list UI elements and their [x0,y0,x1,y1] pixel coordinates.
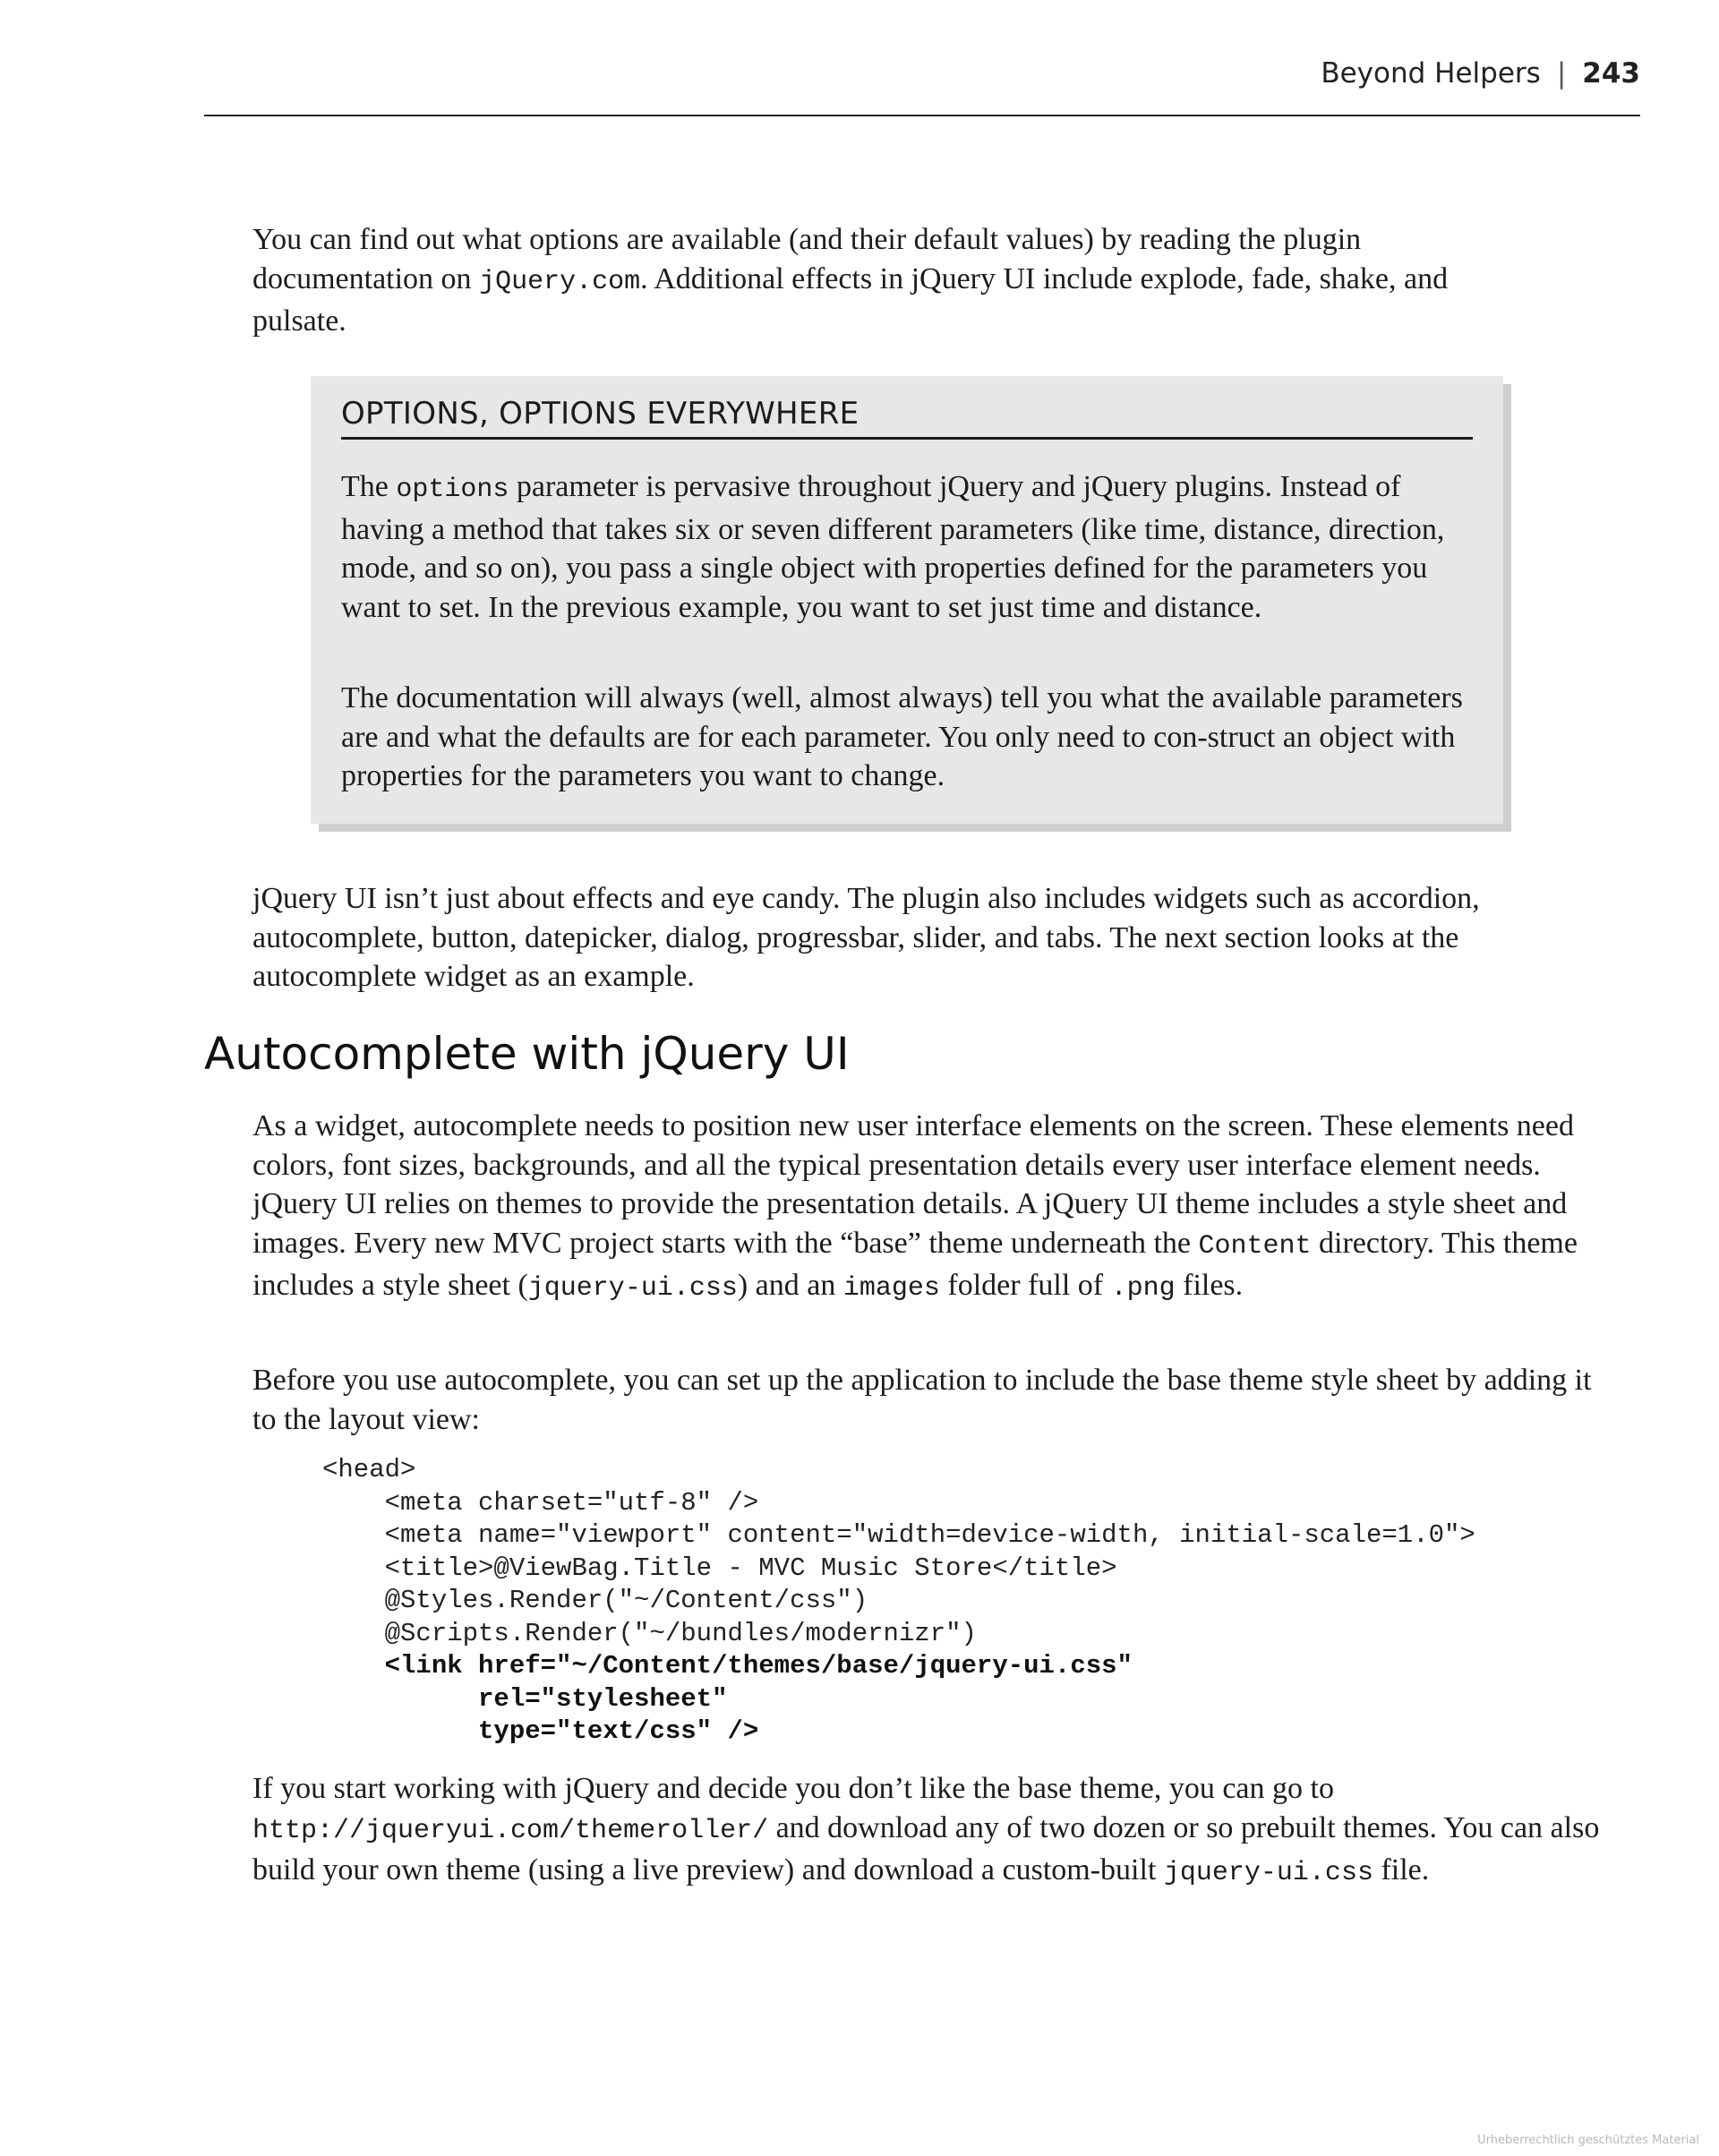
code-listing: <head> <meta charset="utf-8" /> <meta na… [322,1454,1475,1749]
header-section-title: Beyond Helpers [1321,57,1541,90]
paragraph-themes-text-4: folder full of [939,1269,1111,1302]
png-ext-code: .png [1110,1273,1176,1304]
options-code: options [396,475,509,505]
paragraph-widgets: jQuery UI isn’t just about effects and e… [252,882,1480,993]
code-line: <meta name="viewport" content="width=dev… [322,1520,1475,1550]
code-line: <head> [322,1455,416,1484]
code-line: @Scripts.Render("~/bundles/modernizr") [322,1618,977,1648]
paragraph-themes-text-3: ) and an [737,1269,843,1302]
section-heading: Autocomplete with jQuery UI [204,1028,850,1080]
running-header: Beyond Helpers | 243 [204,54,1640,116]
header-separator: | [1556,57,1567,90]
paragraph-themeroller-text-1: If you start working with jQuery and dec… [252,1772,1334,1805]
page-number: 243 [1582,57,1640,90]
paragraph-themes: As a widget, autocomplete needs to posit… [252,1107,1595,1309]
jquery-ui-css-code: jquery-ui.css [527,1273,738,1304]
code-line: <title>@ViewBag.Title - MVC Music Store<… [322,1553,1117,1583]
sidebar-paragraph-1: The options parameter is pervasive throu… [341,467,1473,627]
sidebar-paragraph-2: The documentation will always (well, alm… [341,681,1463,792]
paragraph-intro: You can find out what options are availa… [252,220,1542,341]
code-line: @Styles.Render("~/Content/css") [322,1586,868,1615]
paragraph-themeroller: If you start working with jQuery and dec… [252,1769,1613,1894]
themeroller-url-code: http://jqueryui.com/themeroller/ [252,1815,769,1846]
copyright-watermark: Urheberrechtlich geschütztes Material [1477,2134,1699,2147]
images-dir-code: images [842,1273,940,1304]
sidebar-box: OPTIONS, OPTIONS EVERYWHERE The options … [311,376,1503,824]
code-line: <meta charset="utf-8" /> [322,1487,759,1518]
code-line-highlighted: type="text/css" /> [322,1716,759,1746]
code-line-highlighted: rel="stylesheet" [322,1683,728,1714]
sidebar-title: OPTIONS, OPTIONS EVERYWHERE [341,396,1473,440]
header-right: Beyond Helpers | 243 [1321,57,1640,90]
paragraph-themes-text-5: files. [1175,1269,1244,1302]
jquery-link-code: jQuery.com [479,266,641,297]
jquery-ui-css-code-2: jquery-ui.css [1163,1858,1373,1888]
sidebar-p1-text-1: The [341,470,397,503]
paragraph-themeroller-text-3: file. [1373,1853,1430,1886]
code-line-highlighted: <link href="~/Content/themes/base/jquery… [322,1651,1133,1681]
paragraph-before-code: Before you use autocomplete, you can set… [252,1364,1592,1436]
content-dir-code: Content [1198,1230,1312,1262]
